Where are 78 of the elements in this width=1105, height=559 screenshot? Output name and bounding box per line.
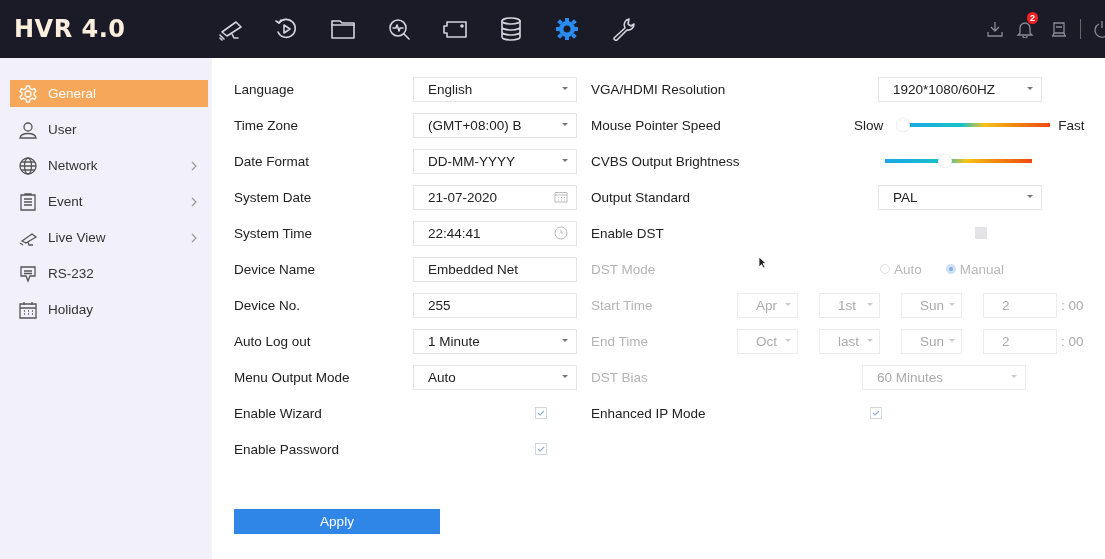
minutes-label: : 00 (1061, 297, 1084, 313)
caret-icon (562, 87, 568, 91)
caret-icon (562, 339, 568, 343)
checkbox[interactable] (975, 227, 987, 239)
setting-label: Enable DST (591, 225, 665, 241)
setting-label: Language (234, 81, 296, 97)
setting-label: Time Zone (234, 117, 300, 133)
caret-icon (562, 159, 568, 163)
caret-icon (949, 303, 955, 307)
setting-label: Output Standard (591, 189, 692, 205)
setting-label: System Time (234, 225, 313, 241)
caret-icon (562, 123, 568, 127)
setting-label: Date Format (234, 153, 311, 169)
checkbox[interactable] (535, 407, 547, 419)
setting-label: Device Name (234, 261, 317, 277)
slider-max-label: Fast (1058, 117, 1085, 133)
caret-icon (785, 339, 791, 343)
setting-field[interactable]: PAL (878, 184, 1042, 210)
setting-label: Enable Wizard (234, 405, 323, 421)
setting-field[interactable]: Auto (413, 364, 577, 390)
user-icon (18, 119, 38, 140)
minutes-label: : 00 (1061, 333, 1084, 349)
caret-icon (867, 303, 873, 307)
sidebar-item[interactable]: User (10, 116, 208, 143)
caret-icon (867, 339, 873, 343)
slider-thumb[interactable] (938, 154, 953, 168)
monitor-button[interactable] (1050, 20, 1068, 38)
setting-label: Device No. (234, 297, 302, 313)
globe-icon (18, 155, 38, 176)
setting-label: Menu Output Mode (234, 369, 351, 385)
download-button[interactable] (986, 20, 1004, 38)
caret-icon (562, 375, 568, 379)
checkbox[interactable] (535, 443, 547, 455)
calendar-icon (18, 299, 38, 320)
mouse-cursor-icon (758, 256, 767, 269)
clipboard-icon (18, 191, 38, 212)
setting-label: CVBS Output Brightness (591, 153, 737, 169)
calendar-icon (554, 191, 568, 203)
sidebar-item[interactable]: Holiday (10, 296, 208, 323)
sidebar-item[interactable]: Network (10, 152, 208, 179)
checkbox[interactable] (870, 407, 882, 419)
setting-label: Enable Password (234, 441, 341, 457)
caret-icon (1027, 87, 1033, 91)
sidebar-item[interactable]: Event (10, 188, 208, 215)
setting-field[interactable]: DD-MM-YYYY (413, 148, 577, 174)
slider-min-label: Slow (854, 117, 884, 133)
setting-label: Start Time (591, 297, 654, 313)
speech-bubble-icon (18, 263, 38, 284)
alarm-count-badge: 2 (1027, 12, 1038, 24)
caret-icon (785, 303, 791, 307)
caret-icon (1011, 375, 1017, 379)
setting-field[interactable]: 1920*1080/60HZ (878, 76, 1042, 102)
caret-icon (1027, 195, 1033, 199)
setting-label: End Time (591, 333, 650, 349)
setting-field[interactable]: 1 Minute (413, 328, 577, 354)
sidebar-item[interactable]: Live View (10, 224, 208, 251)
sidebar-item[interactable]: RS-232 (10, 260, 208, 287)
setting-field[interactable]: English (413, 76, 577, 102)
setting-field[interactable]: (GMT+08:00) B (413, 112, 577, 138)
setting-label: Auto Log out (234, 333, 312, 349)
setting-label: VGA/HDMI Resolution (591, 81, 727, 97)
slider[interactable] (896, 118, 1051, 132)
setting-field[interactable]: 22:44:41 (413, 220, 577, 246)
slider-thumb[interactable] (896, 118, 911, 132)
setting-field[interactable]: Embedded Net (413, 256, 577, 282)
alarm-button[interactable]: 2 (1016, 12, 1038, 38)
setting-label: Enhanced IP Mode (591, 405, 707, 421)
setting-field[interactable]: 255 (413, 292, 577, 318)
setting-label: System Date (234, 189, 313, 205)
setting-label: DST Mode (591, 261, 657, 277)
clock-icon (554, 226, 568, 240)
setting-label: Mouse Pointer Speed (591, 117, 722, 133)
apply-button[interactable]: Apply (234, 509, 440, 534)
setting-field[interactable]: 21-07-2020 (413, 184, 577, 210)
gear-icon (18, 83, 38, 104)
logo: HVR 4.0 (13, 15, 127, 43)
setting-label: DST Bias (591, 369, 649, 385)
caret-icon (949, 339, 955, 343)
